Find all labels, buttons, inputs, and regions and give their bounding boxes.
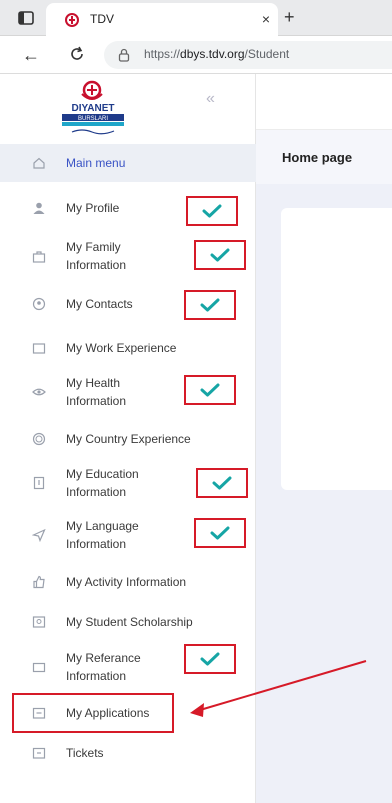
url-text: https://dbys.tdv.org/Student [144,47,289,61]
url-domain: dbys.tdv.org [180,47,245,61]
main-top-bar [256,74,392,130]
url-input[interactable]: https://dbys.tdv.org/Student [104,41,392,69]
sidebar-item-my-activity-information[interactable]: My Activity Information [0,568,256,596]
svg-text:BURSLARI: BURSLARI [78,116,108,122]
briefcase-icon [32,343,46,354]
check-icon [200,298,220,312]
globe-icon [32,432,46,446]
svg-text:DIYANET: DIYANET [72,103,115,114]
diyanet-burslari-logo: DIYANET BURSLARI [62,80,124,135]
certificate-icon [32,616,46,628]
check-icon [200,652,220,666]
book-icon [33,476,45,490]
check-icon [202,204,222,218]
home-icon [33,157,45,169]
completed-check-my-contacts [184,290,236,320]
sidebar-item-label: My Country Experience [66,432,191,446]
completed-check-my-referance-information [184,644,236,674]
sidebar-item-label: Tickets [66,746,104,760]
user-icon [33,202,45,214]
page-title: Home page [282,150,353,165]
id-card-icon [32,662,46,673]
back-arrow-icon[interactable]: ← [22,45,40,65]
completed-check-my-profile [186,196,238,226]
sidebar-item-my-student-scholarship[interactable]: My Student Scholarship [0,608,256,636]
reload-icon[interactable] [68,45,86,63]
ticket-icon [32,747,46,759]
sidebar-item-main-menu[interactable]: Main menu [0,144,256,182]
lock-icon[interactable] [118,48,130,62]
tab-title: TDV [90,12,114,26]
url-path: /Student [244,47,290,61]
send-icon [32,528,46,542]
browser-tab-bar: TDV × + [0,0,392,36]
sidebar-item-label: Main menu [66,156,126,170]
check-icon [200,383,220,397]
thumbs-up-icon [33,575,45,589]
check-icon [210,248,230,262]
highlight-my-applications [12,693,174,733]
browser-tab[interactable]: TDV × [46,3,278,36]
completed-check-my-education-information [196,468,248,498]
sidebar-item-label: My Activity Information [66,575,187,589]
completed-check-my-language-information [194,518,246,548]
collapse-sidebar-icon[interactable]: « [206,90,215,108]
eye-icon [32,388,46,396]
content-card [281,208,392,490]
contacts-icon [32,297,46,311]
check-icon [210,526,230,540]
sidebar-item-my-country-experience[interactable]: My Country Experience [0,425,256,453]
tab-close-icon[interactable]: × [262,10,270,28]
sidebar-item-tickets[interactable]: Tickets [0,739,256,767]
check-icon [212,476,232,490]
tdv-favicon-icon [65,13,79,27]
family-icon [32,251,46,263]
completed-check-my-family-information [194,240,246,270]
sidebar-item-my-work-experience[interactable]: My Work Experience [0,334,256,362]
new-tab-icon[interactable]: + [284,7,295,27]
window-menu-icon[interactable] [18,10,34,26]
sidebar-item-label: My Work Experience [66,341,177,355]
sidebar-item-label: My Student Scholarship [66,615,193,629]
page-header: Home page [256,130,392,184]
address-bar: ← https://dbys.tdv.org/Student [0,36,392,74]
url-prefix: https:// [144,47,181,61]
completed-check-my-health-information [184,375,236,405]
